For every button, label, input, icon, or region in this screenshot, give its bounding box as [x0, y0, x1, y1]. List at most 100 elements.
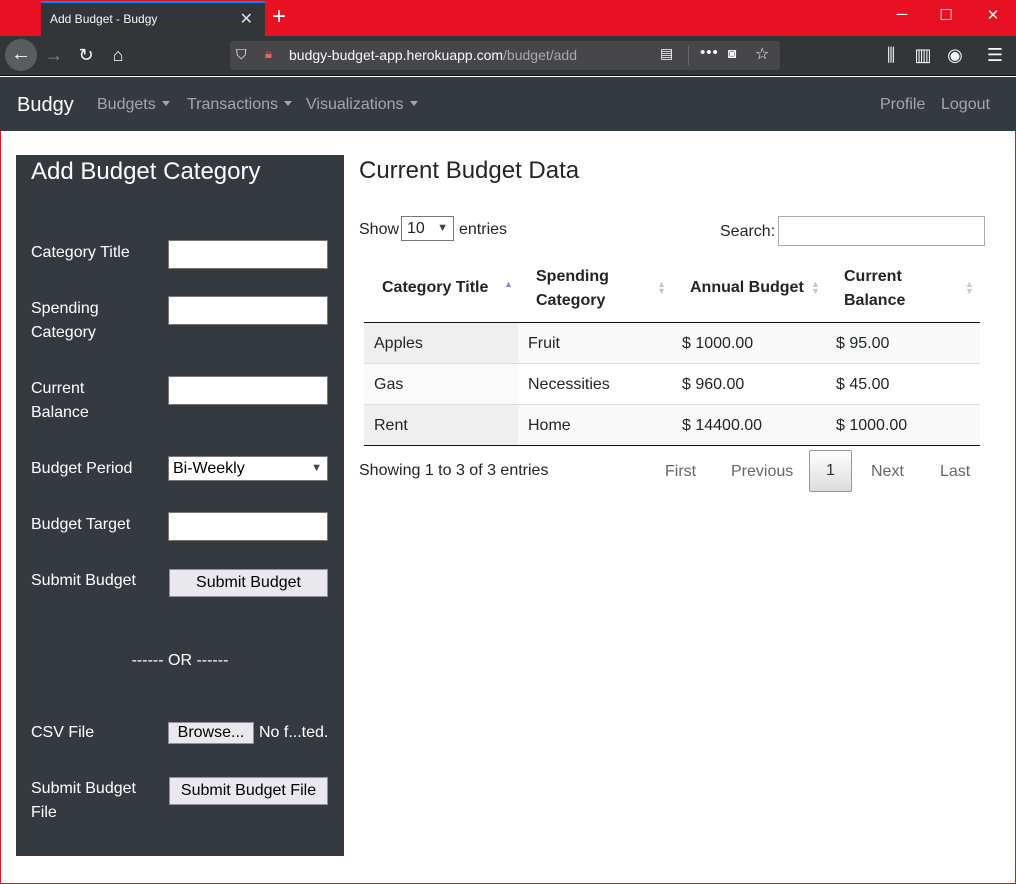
current-balance-input[interactable] — [168, 376, 328, 405]
pocket-icon[interactable]: ◙ — [728, 45, 736, 61]
cell-spending-category: Necessities — [528, 376, 610, 393]
category-title-input[interactable] — [168, 240, 328, 269]
page-length-value: 10 — [407, 220, 425, 237]
new-tab-icon[interactable]: + — [272, 3, 286, 31]
nav-budgets-dropdown[interactable]: Budgets — [97, 96, 170, 114]
budget-period-value: Bi-Weekly — [173, 460, 245, 477]
nav-visualizations-label: Visualizations — [306, 96, 404, 113]
browser-toolbar: ← → ↻ ⌂ ⛉ 🔒︎ budgy-budget-app.herokuapp.… — [0, 36, 1016, 76]
search-input[interactable] — [778, 216, 985, 246]
url-text[interactable]: budgy-budget-app.herokuapp.com/budget/ad… — [289, 47, 577, 63]
reload-icon[interactable]: ↻ — [75, 44, 97, 66]
nav-profile-link[interactable]: Profile — [880, 96, 925, 114]
sort-both-icon[interactable]: ▲ ▼ — [965, 280, 974, 296]
form-title: Add Budget Category — [31, 158, 261, 185]
bookmark-star-icon[interactable]: ☆ — [755, 44, 769, 64]
cell-annual-budget: $ 14400.00 — [682, 417, 763, 434]
nav-visualizations-dropdown[interactable]: Visualizations — [306, 96, 418, 114]
nav-logout-link[interactable]: Logout — [941, 96, 990, 114]
url-separator — [688, 46, 689, 65]
account-icon[interactable]: ◉ — [944, 44, 966, 66]
menu-icon[interactable]: ☰ — [984, 44, 1006, 66]
more-actions-icon[interactable]: ••• — [700, 44, 719, 61]
brand-logo[interactable]: Budgy — [17, 94, 74, 117]
home-icon[interactable]: ⌂ — [107, 44, 129, 66]
library-icon[interactable]: ⫼ — [880, 44, 902, 66]
back-icon[interactable]: ← — [5, 39, 37, 71]
cell-spending-category: Fruit — [528, 335, 560, 352]
maximize-icon[interactable]: ☐ — [936, 6, 956, 24]
cell-current-balance: $ 45.00 — [836, 376, 890, 393]
table-row: Gas Necessities $ 960.00 $ 45.00 — [364, 364, 980, 405]
browser-tab[interactable]: Add Budget - Budgy ✕ — [41, 1, 265, 36]
spending-category-input[interactable] — [168, 296, 328, 325]
pagination-last[interactable]: Last — [940, 463, 970, 481]
pagination-next[interactable]: Next — [871, 463, 904, 481]
submit-budget-button[interactable]: Submit Budget — [169, 569, 328, 597]
budget-target-label: Budget Target — [31, 516, 131, 533]
table-info: Showing 1 to 3 of 3 entries — [359, 462, 549, 479]
browse-button[interactable]: Browse... — [168, 722, 254, 744]
caret-down-icon — [284, 101, 292, 106]
add-budget-form: Add Budget Category Category Title Spend… — [16, 155, 344, 856]
chevron-down-icon: ▼ — [437, 222, 448, 234]
table-row: Apples Fruit $ 1000.00 $ 95.00 — [364, 323, 980, 364]
nav-transactions-label: Transactions — [187, 96, 278, 113]
page-length-select[interactable]: 10 ▼ — [401, 216, 454, 241]
chevron-down-icon: ▼ — [311, 462, 322, 474]
url-domain: budgy-budget-app.herokuapp.com — [289, 47, 504, 63]
category-title-label: Category Title — [31, 244, 130, 261]
submit-budget-label: Submit Budget — [31, 572, 136, 589]
app-navbar: Budgy Budgets Transactions Visualization… — [0, 77, 1016, 131]
insecure-lock-icon[interactable]: 🔒︎ — [265, 46, 272, 62]
or-divider: ------ OR ------ — [131, 652, 229, 669]
nav-budgets-label: Budgets — [97, 96, 156, 113]
column-header-current-balance[interactable]: Current Balance — [844, 265, 919, 313]
url-bar[interactable]: ⛉ 🔒︎ budgy-budget-app.herokuapp.com/budg… — [230, 41, 780, 70]
column-header-annual-budget[interactable]: Annual Budget — [690, 276, 810, 300]
close-window-icon[interactable]: ✕ — [983, 6, 1003, 24]
current-balance-label: Current Balance — [31, 380, 89, 421]
spending-category-label: Spending Category — [31, 300, 99, 341]
budget-target-input[interactable] — [168, 512, 328, 541]
column-header-category-title[interactable]: Category Title — [382, 276, 497, 300]
budget-period-label: Budget Period — [31, 460, 133, 477]
cell-category-title: Gas — [364, 364, 518, 404]
minimize-icon[interactable]: ─ — [892, 6, 912, 23]
csv-file-label: CSV File — [31, 724, 95, 741]
sort-both-icon[interactable]: ▲ ▼ — [657, 280, 666, 296]
pagination-current-page[interactable]: 1 — [809, 450, 852, 492]
table-row: Rent Home $ 14400.00 $ 1000.00 — [364, 405, 980, 446]
cell-current-balance: $ 95.00 — [836, 335, 890, 352]
file-status: No f...ted. — [259, 724, 329, 741]
pagination-first[interactable]: First — [665, 463, 696, 481]
forward-icon[interactable]: → — [43, 44, 65, 66]
cell-annual-budget: $ 960.00 — [682, 376, 745, 393]
table-title: Current Budget Data — [359, 157, 580, 184]
cell-category-title: Rent — [364, 405, 518, 445]
url-path: /budget/add — [503, 47, 578, 63]
reader-view-icon[interactable]: ▤ — [660, 45, 673, 62]
caret-down-icon — [161, 101, 170, 106]
budget-period-select[interactable]: Bi-Weekly ▼ — [168, 456, 328, 481]
cell-current-balance: $ 1000.00 — [836, 417, 908, 434]
caret-down-icon — [409, 101, 418, 106]
browser-titlebar: Add Budget - Budgy ✕ + ─ ☐ ✕ — [0, 0, 1016, 36]
column-header-spending-category[interactable]: Spending Category — [536, 265, 626, 313]
pagination-previous[interactable]: Previous — [731, 463, 793, 481]
cell-spending-category: Home — [528, 417, 571, 434]
cell-annual-budget: $ 1000.00 — [682, 335, 754, 352]
submit-file-label: Submit Budget File — [31, 780, 136, 821]
sidebar-icon[interactable]: ▥ — [912, 44, 934, 66]
close-tab-icon[interactable]: ✕ — [240, 9, 253, 29]
nav-transactions-dropdown[interactable]: Transactions — [187, 96, 292, 114]
sort-asc-icon[interactable]: ▲ — [504, 280, 513, 289]
shield-icon[interactable]: ⛉ — [236, 46, 254, 63]
show-label: Show — [359, 221, 400, 238]
search-label: Search: — [720, 223, 776, 240]
sort-both-icon[interactable]: ▲ ▼ — [811, 280, 820, 296]
tab-title: Add Budget - Budgy — [50, 12, 158, 26]
entries-label: entries — [459, 221, 508, 238]
submit-file-button[interactable]: Submit Budget File — [169, 777, 328, 805]
cell-category-title: Apples — [364, 323, 518, 363]
